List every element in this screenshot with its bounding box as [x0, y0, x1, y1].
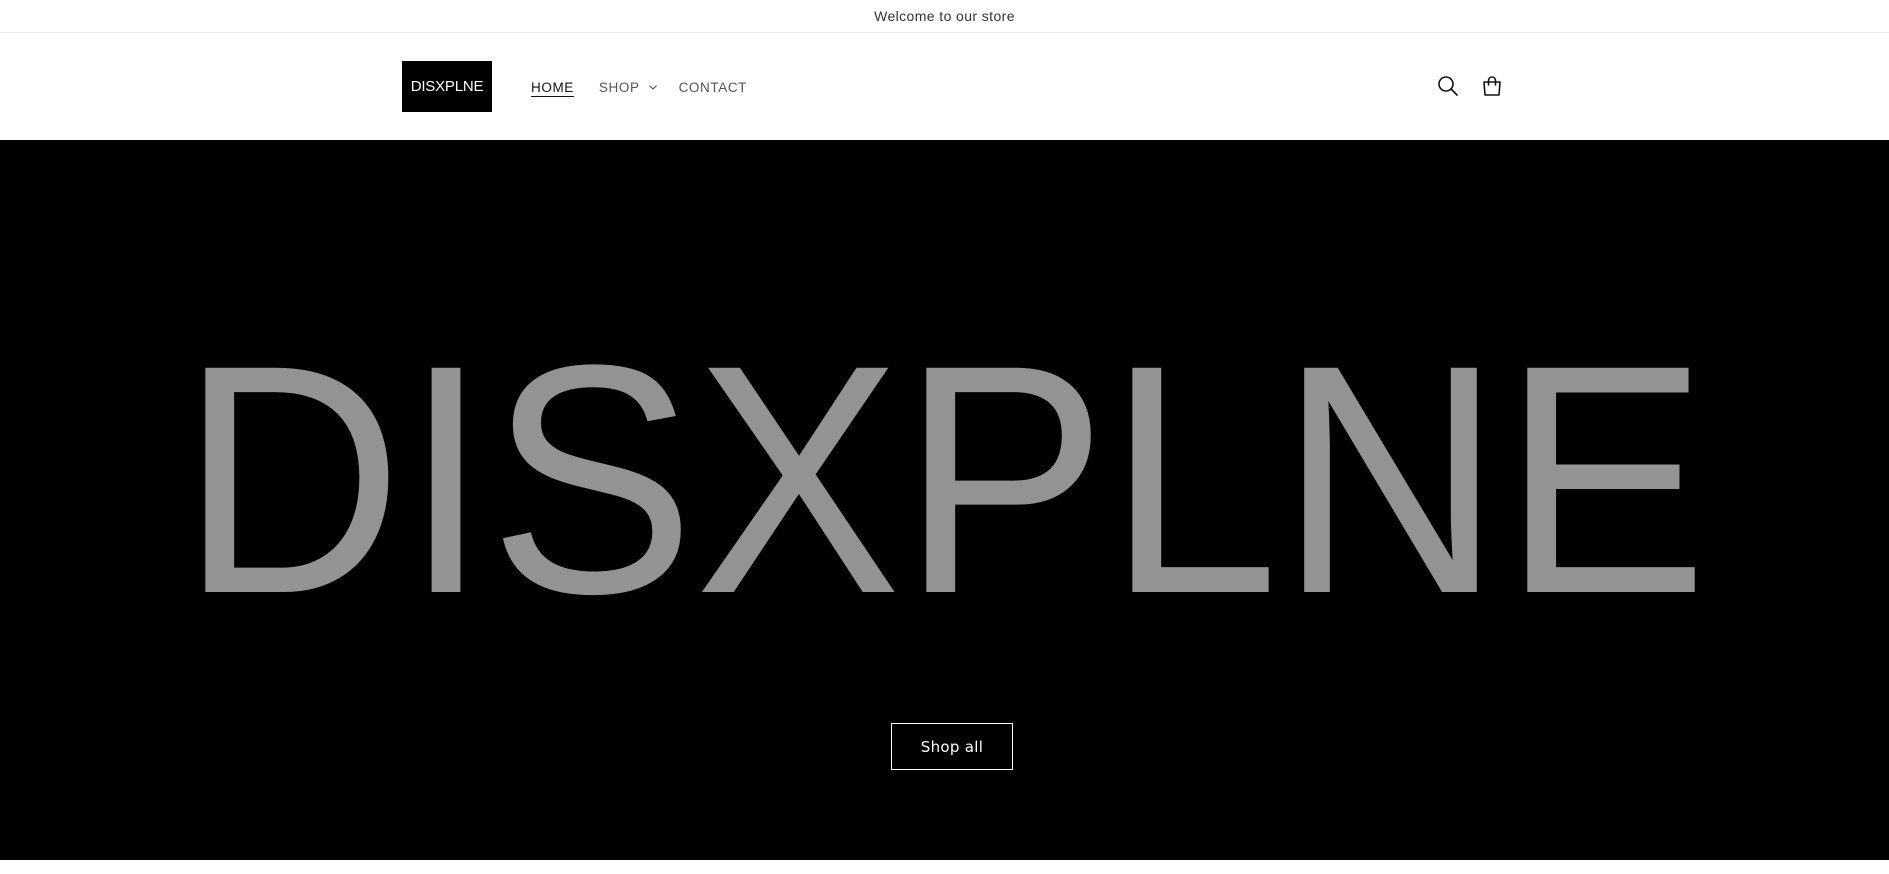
cart-button[interactable] [1470, 64, 1514, 108]
shop-all-button[interactable]: Shop all [891, 723, 1013, 770]
store-logo[interactable]: DISXPLNE [402, 61, 492, 112]
hero-wordmark-text: DISXPLNE [180, 298, 1708, 662]
announcement-text: Welcome to our store [874, 8, 1015, 24]
site-header: DISXPLNE HOME SHOP CONTACT [0, 33, 1889, 140]
search-button[interactable] [1426, 64, 1470, 108]
cart-icon [1483, 76, 1501, 96]
hero-banner: DISXPLNE Shop all [0, 140, 1889, 860]
page-bottom-edge [0, 860, 1889, 874]
nav-contact-link[interactable]: CONTACT [679, 77, 747, 97]
main-nav: HOME SHOP CONTACT [531, 77, 747, 97]
announcement-bar: Welcome to our store [0, 0, 1889, 33]
chevron-down-icon [648, 85, 657, 90]
nav-shop-label: SHOP [598, 79, 640, 95]
search-icon [1438, 76, 1458, 96]
nav-home-link[interactable]: HOME [531, 77, 574, 97]
nav-shop-dropdown[interactable]: SHOP [599, 77, 658, 97]
